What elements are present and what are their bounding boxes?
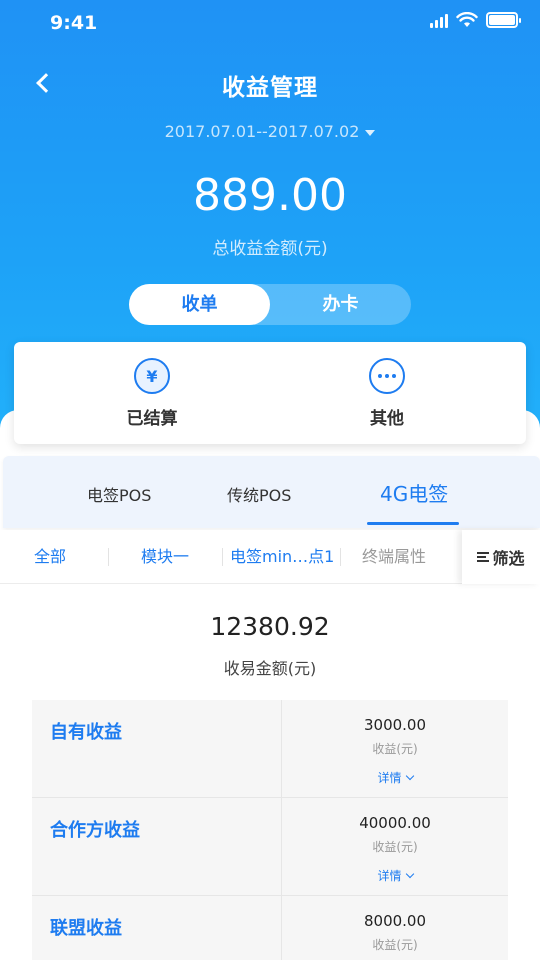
filter-button-label: 筛选 — [492, 549, 525, 568]
yen-icon: ¥ — [134, 358, 170, 394]
filter-icon — [477, 552, 490, 562]
filter-divider — [108, 548, 109, 566]
date-range-text: 2017.07.01--2017.07.02 — [164, 122, 360, 141]
table-row: 联盟收益 8000.00 收益(元) — [32, 896, 508, 960]
detail-label: 详情 — [377, 771, 402, 785]
chevron-down-icon — [405, 869, 414, 879]
active-tab-indicator — [367, 522, 459, 525]
filter-all[interactable]: 全部 — [34, 530, 66, 584]
total-income-amount: 889.00 — [193, 170, 347, 221]
tab-traditional-pos[interactable]: 传统POS — [227, 456, 291, 528]
filter-model[interactable]: 电签min…点1 — [230, 530, 334, 584]
segment-acquiring[interactable]: 收单 — [129, 284, 270, 325]
row-value-cell: 8000.00 收益(元) — [282, 896, 508, 953]
page-title: 收益管理 — [222, 75, 318, 101]
category-other-label: 其他 — [370, 409, 404, 429]
product-tabs: 电签POS 传统POS 4G电签 — [3, 456, 540, 528]
trade-amount-label: 收易金额(元) — [223, 659, 317, 678]
navigation-bar: 收益管理 — [0, 60, 540, 108]
row-value-cell: 40000.00 收益(元) 详情 — [282, 798, 508, 884]
segment-control: 收单 办卡 — [129, 284, 411, 325]
detail-toggle[interactable]: 详情 — [282, 867, 508, 884]
table-row: 合作方收益 40000.00 收益(元) 详情 — [32, 798, 508, 896]
settlement-category-card: ¥ 已结算 其他 — [14, 342, 526, 444]
tab-4g-e-sign[interactable]: 4G电签 — [380, 456, 448, 528]
row-value-cell: 3000.00 收益(元) 详情 — [282, 700, 508, 786]
row-name: 合作方收益 — [50, 820, 140, 841]
row-value: 40000.00 — [359, 814, 431, 832]
category-settled-label: 已结算 — [126, 409, 178, 429]
filter-module[interactable]: 模块一 — [141, 530, 189, 584]
detail-label: 详情 — [377, 869, 402, 883]
cellular-signal-icon — [430, 12, 448, 28]
status-time: 9:41 — [50, 12, 98, 34]
segment-card-apply[interactable]: 办卡 — [270, 284, 411, 325]
row-value: 8000.00 — [363, 912, 427, 930]
filter-button[interactable]: 筛选 — [462, 530, 540, 584]
row-name: 自有收益 — [50, 722, 122, 743]
row-unit: 收益(元) — [372, 742, 418, 756]
income-table: 自有收益 3000.00 收益(元) 详情 合作方收益 40000.00 收益(… — [32, 700, 508, 960]
detail-toggle[interactable]: 详情 — [282, 769, 508, 786]
tab-e-sign-pos[interactable]: 电签POS — [87, 456, 151, 528]
filter-divider — [340, 548, 341, 566]
row-unit: 收益(元) — [372, 938, 418, 952]
total-income-label: 总收益金额(元) — [212, 239, 328, 259]
more-dots-icon — [369, 358, 405, 394]
battery-icon — [486, 12, 521, 28]
table-row: 自有收益 3000.00 收益(元) 详情 — [32, 700, 508, 798]
date-range-selector[interactable]: 2017.07.01--2017.07.02 — [0, 122, 540, 141]
filter-divider — [222, 548, 223, 566]
row-value: 3000.00 — [363, 716, 427, 734]
category-settled[interactable]: ¥ 已结算 — [52, 358, 252, 429]
wifi-icon — [456, 12, 478, 27]
filter-terminal-attribute[interactable]: 终端属性 — [362, 530, 426, 584]
trade-amount: 12380.92 — [210, 612, 330, 641]
filter-bar: 全部 模块一 电签min…点1 终端属性 筛选 — [0, 530, 540, 584]
status-bar: 9:41 — [0, 0, 540, 46]
chevron-down-icon — [405, 771, 414, 781]
row-name: 联盟收益 — [50, 918, 122, 939]
status-icons — [430, 12, 521, 28]
row-unit: 收益(元) — [372, 840, 418, 854]
dropdown-caret-icon — [365, 129, 376, 136]
category-other[interactable]: 其他 — [287, 358, 487, 429]
